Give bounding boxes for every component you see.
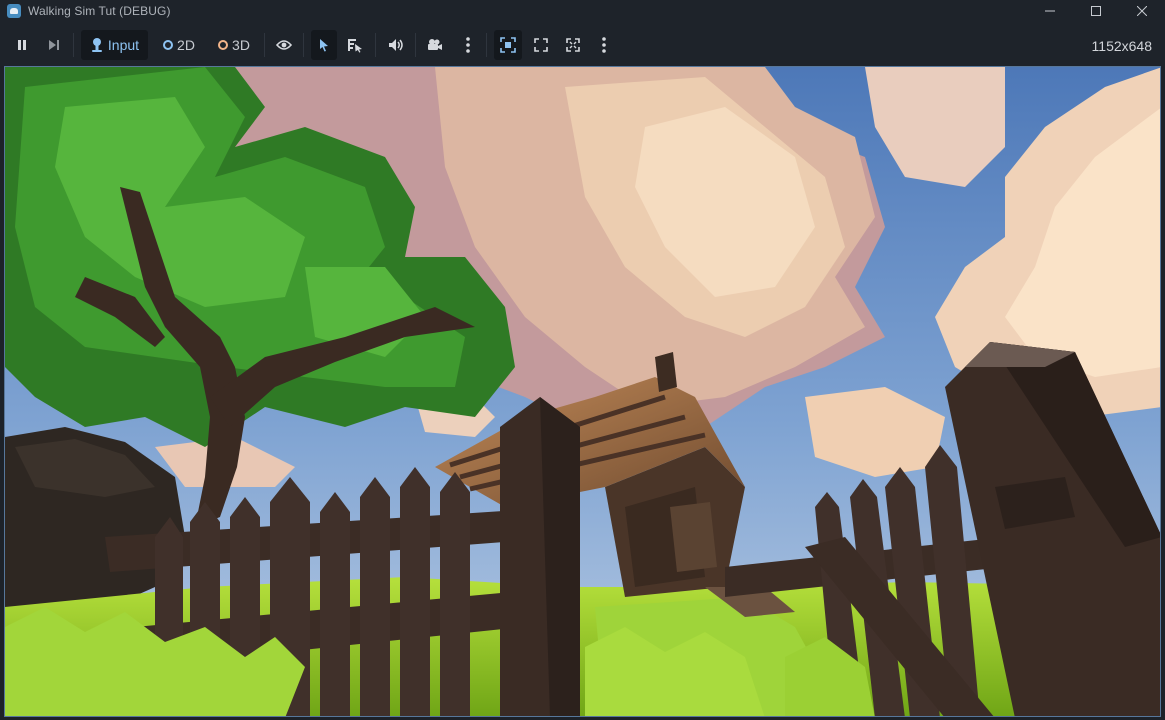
game-scene [5,67,1160,716]
resolution-readout: 1152x648 [1091,38,1152,54]
input-label: Input [107,37,140,53]
more-options-button[interactable] [594,30,614,60]
game-toolbar: Input 2D 3D 1152x648 [0,22,1165,66]
maximize-button[interactable] [1073,0,1119,22]
visibility-button[interactable] [272,30,296,60]
expand-icon [534,38,548,52]
next-frame-button[interactable] [42,30,66,60]
next-frame-icon [49,40,59,50]
mode-3d-label: 3D [232,37,250,53]
maximize-icon [1091,6,1101,16]
window-controls [1027,0,1165,22]
ring-2d-icon [163,40,174,50]
minimize-icon [1045,10,1055,12]
fullscreen-button[interactable] [561,30,585,60]
mode-2d-button[interactable]: 2D [156,30,202,60]
game-viewport[interactable] [4,66,1161,717]
minimize-button[interactable] [1027,0,1073,22]
kebab-menu-icon [602,37,606,53]
eye-icon [276,40,292,50]
pause-icon [18,40,26,50]
select-mode-button[interactable] [311,30,337,60]
list-select-button[interactable] [343,30,367,60]
audio-button[interactable] [384,30,408,60]
kebab-menu-icon [466,37,470,53]
camera-icon [428,39,442,50]
speaker-icon [389,39,403,51]
camera-options-button[interactable] [458,30,478,60]
expand-button[interactable] [529,30,553,60]
camera-button[interactable] [423,30,447,60]
input-joystick-icon [91,38,102,52]
embed-focus-icon [500,37,516,53]
input-toggle-button[interactable]: Input [81,30,148,60]
close-icon [1137,6,1147,16]
ring-3d-icon [218,40,229,50]
list-select-icon [348,39,362,53]
mode-2d-label: 2D [177,37,195,53]
godot-logo-icon [7,4,21,18]
embed-focus-button[interactable] [494,30,522,60]
title-bar: Walking Sim Tut (DEBUG) [0,0,1165,22]
cursor-arrow-icon [320,39,328,52]
window-title: Walking Sim Tut (DEBUG) [28,4,171,18]
pause-button[interactable] [10,30,34,60]
close-button[interactable] [1119,0,1165,22]
fullscreen-icon [566,38,580,52]
mode-3d-button[interactable]: 3D [211,30,257,60]
